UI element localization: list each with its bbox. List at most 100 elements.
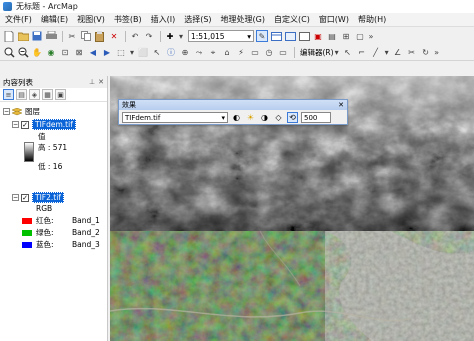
layer-row-tif2[interactable]: − ✓ TIF2.tif (12, 192, 64, 203)
flicker-layer-icon[interactable]: ⟲ (287, 112, 298, 123)
menu-edit[interactable]: 编辑(E) (41, 14, 68, 25)
menu-selection[interactable]: 选择(S) (184, 14, 211, 25)
chevron-down-icon[interactable]: ▾ (247, 32, 251, 41)
pin-icon[interactable]: ⊥ (89, 78, 95, 86)
find-icon[interactable]: ⊕ (179, 47, 191, 59)
arcmap-app-icon (3, 2, 12, 11)
menu-geoprocessing[interactable]: 地理处理(G) (221, 14, 265, 25)
adjust-transparency-icon[interactable]: ◑ (259, 112, 270, 123)
new-document-icon[interactable] (3, 30, 15, 42)
time-slider-icon[interactable]: ◷ (263, 47, 275, 59)
clear-selection-icon[interactable]: ⬜ (137, 47, 149, 59)
collapse-icon[interactable]: − (12, 121, 19, 128)
close-icon[interactable]: ✕ (98, 78, 104, 86)
model-builder-icon[interactable]: ⊞ (340, 30, 352, 42)
go-to-xy-icon[interactable]: ⌖ (207, 47, 219, 59)
editor-toolbar-icon[interactable]: ✎ (256, 30, 268, 42)
straight-segment-icon[interactable]: ╱ (370, 47, 382, 59)
toc-title: 内容列表 (3, 77, 33, 87)
add-data-icon[interactable]: ✚ (164, 30, 176, 42)
legend-band-red: 红色: Band_1 (22, 215, 100, 226)
rotate-tool-icon[interactable]: ↻ (420, 47, 432, 59)
table-icon[interactable] (270, 30, 282, 42)
red-swatch (22, 217, 32, 224)
toolbar-separator (125, 30, 126, 42)
layer-name-tif2[interactable]: TIF2.tif (32, 192, 64, 203)
back-extent-icon[interactable]: ◀ (87, 47, 99, 59)
select-features-icon[interactable]: ⬚ (115, 47, 127, 59)
paste-icon[interactable] (94, 30, 106, 42)
help-icon[interactable]: ▢ (354, 30, 366, 42)
create-viewer-icon[interactable]: ▭ (277, 47, 289, 59)
arctoolbox-icon[interactable]: ▣ (312, 30, 324, 42)
save-icon[interactable] (31, 30, 43, 42)
list-by-drawing-order-icon[interactable]: ≡ (3, 89, 14, 100)
toolbar-overflow-icon[interactable]: » (434, 47, 440, 59)
flicker-rate-input[interactable]: 500 (301, 112, 331, 123)
hyperlink-icon[interactable]: ⚡ (235, 47, 247, 59)
legend-rgb-heading: RGB (36, 204, 52, 213)
edit-annotation-icon[interactable]: ⌐ (356, 47, 368, 59)
effects-toolbar-titlebar[interactable]: 效果 ✕ (119, 100, 347, 110)
list-by-visibility-icon[interactable]: ◈ (29, 89, 40, 100)
menu-insert[interactable]: 插入(I) (151, 14, 176, 25)
python-window-icon[interactable]: ▤ (326, 30, 338, 42)
chevron-down-icon[interactable]: ▾ (334, 47, 340, 59)
effects-layer-select[interactable]: TIFdem.tif ▾ (122, 112, 228, 123)
data-frame-row[interactable]: − 图层 (3, 106, 40, 117)
undo-icon[interactable]: ↶ (129, 30, 141, 42)
fixed-zoom-in-icon[interactable]: ⊡ (59, 47, 71, 59)
map-scale-combo[interactable]: 1:51,015 ▾ (188, 30, 254, 42)
layer-name-tifdem[interactable]: TIFdem.tif (32, 119, 76, 130)
edit-tool-icon[interactable]: ↖ (342, 47, 354, 59)
full-extent-icon[interactable]: ◉ (45, 47, 57, 59)
effects-toolbar: 效果 ✕ TIFdem.tif ▾ ◐ ☀ ◑ ◇ ⟲ 500 (118, 99, 348, 125)
layer-visibility-checkbox[interactable]: ✓ (21, 120, 29, 129)
menu-help[interactable]: 帮助(H) (358, 14, 386, 25)
identify-icon[interactable]: ⓘ (165, 47, 177, 59)
menu-bookmarks[interactable]: 书签(B) (114, 14, 142, 25)
toc-options-icon[interactable]: ▣ (55, 89, 66, 100)
select-elements-icon[interactable]: ↖ (151, 47, 163, 59)
chevron-down-icon[interactable]: ▾ (129, 47, 135, 59)
search-window-icon[interactable] (298, 30, 310, 42)
editor-menu[interactable]: 编辑器(R) (300, 47, 334, 58)
html-popup-icon[interactable]: ▭ (249, 47, 261, 59)
collapse-icon[interactable]: − (12, 194, 19, 201)
collapse-icon[interactable]: − (3, 108, 10, 115)
menu-file[interactable]: 文件(F) (5, 14, 32, 25)
legend-value-heading: 值 (38, 131, 46, 142)
trace-icon[interactable]: ∠ (392, 47, 404, 59)
zoom-out-icon[interactable] (17, 47, 29, 59)
list-by-selection-icon[interactable]: ▦ (42, 89, 53, 100)
chevron-down-icon[interactable]: ▾ (221, 114, 225, 122)
copy-icon[interactable] (80, 30, 92, 42)
split-tool-icon[interactable]: ✂ (406, 47, 418, 59)
fixed-zoom-out-icon[interactable]: ⊠ (73, 47, 85, 59)
menu-customize[interactable]: 自定义(C) (274, 14, 310, 25)
list-by-source-icon[interactable]: ▤ (16, 89, 27, 100)
adjust-brightness-icon[interactable]: ☀ (245, 112, 256, 123)
chevron-down-icon[interactable]: ▾ (384, 47, 390, 59)
menu-windows[interactable]: 窗口(W) (319, 14, 349, 25)
close-icon[interactable]: ✕ (338, 101, 344, 109)
pan-icon[interactable]: ✋ (31, 47, 43, 59)
open-folder-icon[interactable] (17, 30, 29, 42)
print-icon[interactable] (45, 30, 57, 42)
menu-view[interactable]: 视图(V) (77, 14, 105, 25)
redo-icon[interactable]: ↷ (143, 30, 155, 42)
layer-row-tifdem[interactable]: − ✓ TIFdem.tif (12, 119, 76, 130)
layers-icon (12, 107, 22, 115)
adjust-contrast-icon[interactable]: ◐ (231, 112, 242, 123)
zoom-in-icon[interactable] (3, 47, 15, 59)
forward-extent-icon[interactable]: ▶ (101, 47, 113, 59)
swipe-layer-icon[interactable]: ◇ (273, 112, 284, 123)
measure-icon[interactable]: ⌂ (221, 47, 233, 59)
toolbar-overflow-icon[interactable]: » (368, 30, 374, 42)
catalog-icon[interactable] (284, 30, 296, 42)
cut-icon[interactable]: ✂ (66, 30, 78, 42)
delete-icon[interactable]: ✕ (108, 30, 120, 42)
layer-visibility-checkbox[interactable]: ✓ (21, 193, 29, 202)
chevron-down-icon[interactable]: ▾ (178, 30, 184, 42)
find-route-icon[interactable]: ⤳ (193, 47, 205, 59)
